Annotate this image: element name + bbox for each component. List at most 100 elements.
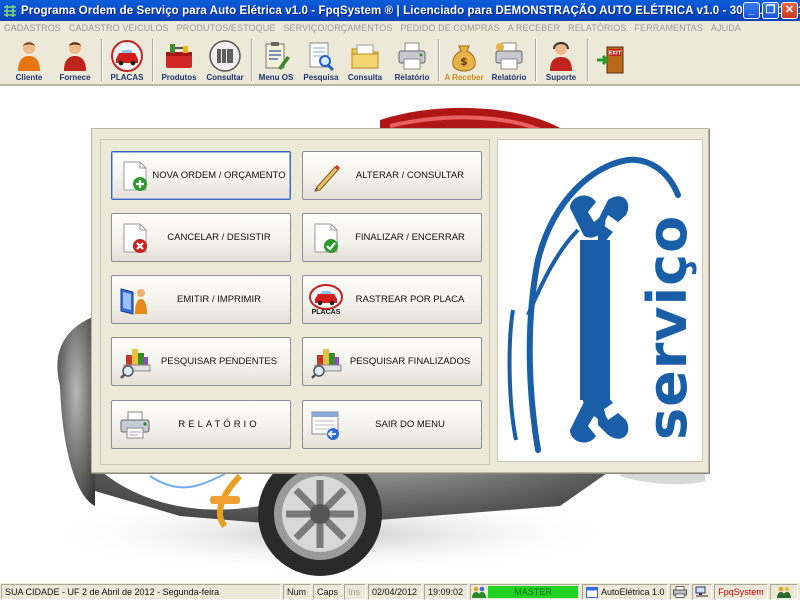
restore-button[interactable]: ❐ <box>762 2 779 19</box>
status-printer-cell[interactable] <box>670 584 690 600</box>
rastrear-placa-label: RASTREAR POR PLACA <box>355 294 465 305</box>
printer-icon <box>673 586 687 598</box>
app-window-icon <box>586 586 598 598</box>
menu-a-receber[interactable]: A RECEBER <box>508 23 560 33</box>
toolbar-fornece-button[interactable]: Fornece <box>52 37 98 84</box>
status-caps: Caps <box>313 584 342 600</box>
minimize-button[interactable]: _ <box>743 2 760 19</box>
sair-menu-label: SAIR DO MENU <box>375 419 445 430</box>
users-icon <box>777 586 791 598</box>
status-app-cell: AutoElétrica 1.0 <box>582 584 668 600</box>
title-bar: Programa Ordem de Serviço para Auto Elét… <box>0 0 800 21</box>
toolbar-relatorio-button[interactable]: Relatório <box>390 37 434 84</box>
status-brand: FpqSystem <box>714 584 768 600</box>
menu-pedido-compras[interactable]: PEDIDO DE COMPRAS <box>400 23 499 33</box>
pesquisar-finalizados-button[interactable]: PESQUISAR FINALIZADOS <box>302 337 482 386</box>
service-menu-panel: NOVA ORDEM / ORÇAMENTO ALTERAR / CONSULT… <box>91 128 709 473</box>
alterar-consultar-button[interactable]: ALTERAR / CONSULTAR <box>302 151 482 200</box>
barcode-icon <box>209 40 241 72</box>
relatorio-label: RELATÓRIO <box>178 419 260 430</box>
toolbar-placas-label: PLACAS <box>110 73 144 82</box>
toolbar-consulta-button[interactable]: Consulta <box>344 37 386 84</box>
report-printer-icon <box>493 40 525 72</box>
servico-car-wrench-logo: serviço <box>507 156 699 453</box>
money-bag-icon: $ <box>448 40 480 72</box>
menu-ferramentas[interactable]: FERRAMENTAS <box>634 23 702 33</box>
servico-logo-text: serviço <box>636 215 699 440</box>
network-icon <box>695 586 709 598</box>
window-title: Programa Ordem de Serviço para Auto Elét… <box>21 4 800 17</box>
service-menu-buttons: NOVA ORDEM / ORÇAMENTO ALTERAR / CONSULT… <box>100 139 490 465</box>
toolbar-produtos-label: Produtos <box>161 73 197 82</box>
toolbar-consultar-button[interactable]: Consultar <box>203 37 247 84</box>
car-icon <box>111 40 143 72</box>
toolbar: Cliente Fornece PLACAS Produtos Consulta… <box>0 35 800 86</box>
status-bar: SUA CIDADE - UF 2 de Abril de 2012 - Seg… <box>0 582 800 600</box>
nova-ordem-label: NOVA ORDEM / ORÇAMENTO <box>152 170 286 181</box>
relatorio-button[interactable]: RELATÓRIO <box>111 400 291 449</box>
rastrear-placa-button[interactable]: PLACAS RASTREAR POR PLACA <box>302 275 482 324</box>
svg-text:$: $ <box>460 55 468 68</box>
status-time: 19:09:02 <box>424 584 468 600</box>
toolbar-menu-os-label: Menu OS <box>258 73 294 82</box>
nova-ordem-button[interactable]: NOVA ORDEM / ORÇAMENTO <box>111 151 291 200</box>
toolbar-cliente-label: Cliente <box>15 73 43 82</box>
menu-ajuda[interactable]: AJUDA <box>711 23 741 33</box>
status-users-cell[interactable] <box>770 584 798 600</box>
status-num: Num <box>283 584 311 600</box>
sair-menu-button[interactable]: SAIR DO MENU <box>302 400 482 449</box>
finalizar-encerrar-label: FINALIZAR / ENCERRAR <box>355 232 465 243</box>
alterar-consultar-label: ALTERAR / CONSULTAR <box>355 170 465 181</box>
toolbar-exit-button[interactable]: EXIT <box>592 37 630 84</box>
pesquisar-finalizados-label: PESQUISAR FINALIZADOS <box>349 356 471 367</box>
toolbar-pesquisa-button[interactable]: Pesquisa <box>300 37 342 84</box>
status-user-cell: MASTER <box>470 584 580 600</box>
printer-icon <box>396 40 428 72</box>
toolbox-icon <box>163 40 195 72</box>
toolbar-cliente-button[interactable]: Cliente <box>6 37 52 84</box>
magnifier-document-icon <box>305 40 337 72</box>
exit-door-icon: EXIT <box>595 44 627 76</box>
status-network-cell[interactable] <box>692 584 712 600</box>
user-group-icon <box>472 586 486 598</box>
clipboard-icon <box>260 40 292 72</box>
status-location-date: SUA CIDADE - UF 2 de Abril de 2012 - Seg… <box>1 584 281 600</box>
status-ins: Ins <box>344 584 366 600</box>
finalizar-encerrar-button[interactable]: FINALIZAR / ENCERRAR <box>302 213 482 262</box>
toolbar-suporte-button[interactable]: Suporte <box>539 37 583 84</box>
toolbar-consulta-label: Consulta <box>347 73 383 82</box>
menu-cadastros[interactable]: CADASTROS <box>4 23 61 33</box>
menu-relatorios[interactable]: RELATÓRIOS <box>568 23 626 33</box>
toolbar-menu-os-button[interactable]: Menu OS <box>255 37 297 84</box>
exit-sign-text: EXIT <box>609 50 622 56</box>
toolbar-relatorio-label: Relatório <box>394 73 430 82</box>
minimize-icon: _ <box>748 4 755 16</box>
status-app: AutoElétrica 1.0 <box>601 587 665 597</box>
restore-icon: ❐ <box>765 4 776 16</box>
emitir-imprimir-label: EMITIR / IMPRIMIR <box>177 294 261 305</box>
cancelar-desistir-label: CANCELAR / DESISTIR <box>167 232 271 243</box>
servico-logo: serviço <box>497 139 703 462</box>
status-date: 02/04/2012 <box>368 584 422 600</box>
cancelar-desistir-button[interactable]: CANCELAR / DESISTIR <box>111 213 291 262</box>
toolbar-relatorio2-button[interactable]: Relatório <box>487 37 531 84</box>
person-red-icon <box>59 40 91 72</box>
toolbar-suporte-label: Suporte <box>545 73 577 82</box>
toolbar-a-receber-label: A Receber <box>444 73 484 82</box>
menu-produtos-estoque[interactable]: PRODUTOS/ESTOQUE <box>177 23 276 33</box>
toolbar-produtos-button[interactable]: Produtos <box>156 37 202 84</box>
menu-cadastro-veiculos[interactable]: CADASTRO VEICULOS <box>69 23 169 33</box>
emitir-imprimir-button[interactable]: EMITIR / IMPRIMIR <box>111 275 291 324</box>
pesquisar-pendentes-button[interactable]: PESQUISAR PENDENTES <box>111 337 291 386</box>
menu-bar: CADASTROS CADASTRO VEICULOS PRODUTOS/EST… <box>0 21 800 35</box>
placas-icon-text: PLACAS <box>311 309 341 316</box>
menu-servico-orcamentos[interactable]: SERVIÇO/ORÇAMENTOS <box>283 23 392 33</box>
close-icon: ✕ <box>784 4 795 16</box>
close-button[interactable]: ✕ <box>781 2 798 19</box>
status-user: MASTER <box>488 586 578 598</box>
toolbar-a-receber-button[interactable]: $ A Receber <box>442 37 486 84</box>
toolbar-consultar-label: Consultar <box>206 73 244 82</box>
toolbar-placas-button[interactable]: PLACAS <box>106 37 148 84</box>
pesquisar-pendentes-label: PESQUISAR PENDENTES <box>160 356 278 367</box>
app-icon[interactable] <box>3 4 17 18</box>
